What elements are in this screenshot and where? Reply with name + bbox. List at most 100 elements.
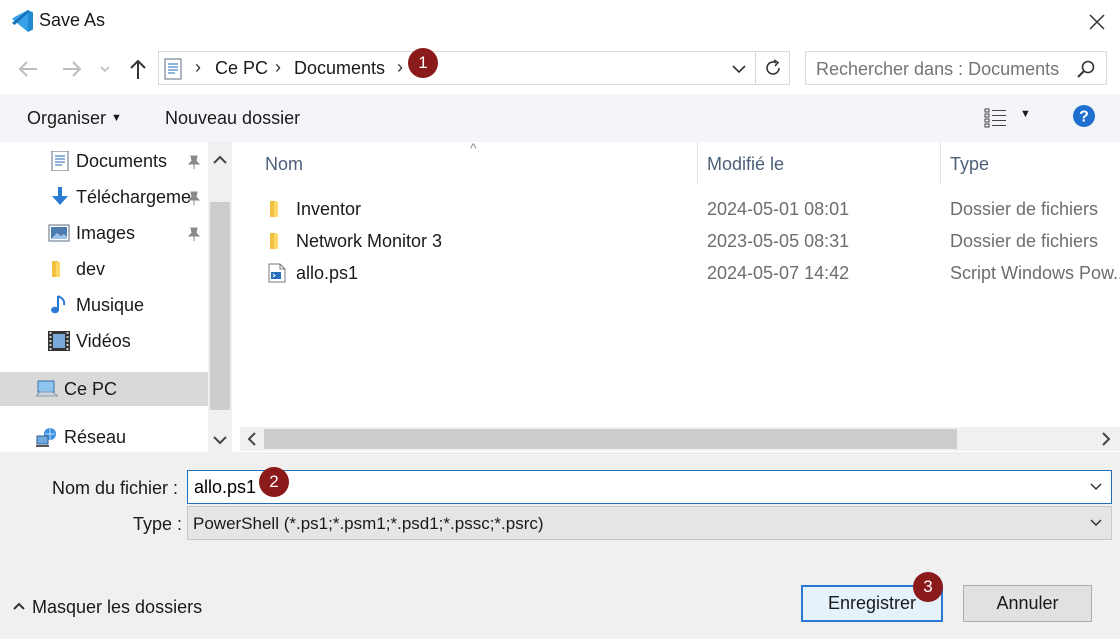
up-arrow-icon — [130, 59, 146, 79]
address-row: › Ce PC › Documents › — [0, 44, 1120, 94]
step-badge-3: 3 — [913, 572, 943, 602]
breadcrumb-separator-icon: › — [195, 57, 201, 77]
nav-item-downloads[interactable]: Téléchargeme — [0, 180, 208, 214]
file-row-allo-ps1[interactable]: allo.ps1 2024-05-07 14:42 Script Windows… — [258, 258, 1120, 290]
file-type-value: PowerShell (*.ps1;*.psm1;*.psd1;*.pssc;*… — [193, 514, 544, 533]
file-type: Dossier de fichiers — [950, 199, 1099, 219]
hscrollbar-thumb[interactable] — [264, 429, 957, 449]
step-badge-2: 2 — [259, 467, 289, 497]
videos-icon — [48, 331, 70, 351]
file-type-select[interactable]: PowerShell (*.ps1;*.psm1;*.psd1;*.pssc;*… — [187, 506, 1112, 540]
organize-label: Organiser — [27, 108, 107, 128]
recent-locations-button[interactable] — [96, 56, 114, 82]
chevron-up-icon — [13, 602, 25, 610]
forward-arrow-icon — [63, 61, 82, 77]
file-modified: 2023-05-05 08:31 — [707, 231, 850, 251]
chevron-down-icon[interactable] — [729, 59, 749, 79]
nav-scrollbar-thumb[interactable] — [210, 202, 230, 410]
file-row-inventor[interactable]: Inventor 2024-05-01 08:01 Dossier de fic… — [258, 194, 1120, 226]
address-bar[interactable]: › Ce PC › Documents › — [158, 51, 790, 85]
chevron-down-icon[interactable] — [1089, 480, 1103, 494]
column-divider[interactable] — [940, 142, 941, 184]
filename-input[interactable] — [194, 477, 1054, 498]
file-type: Dossier de fichiers — [950, 231, 1099, 251]
view-options-button[interactable]: ▼ — [984, 106, 1034, 130]
close-icon — [1089, 14, 1105, 30]
organize-button[interactable]: Organiser ▼ — [27, 108, 122, 129]
nav-scrollbar[interactable] — [208, 142, 232, 452]
file-name: allo.ps1 — [296, 263, 359, 283]
nav-item-videos[interactable]: Vidéos — [0, 324, 208, 358]
chevron-down-icon[interactable] — [1089, 516, 1103, 530]
caret-down-icon: ▼ — [111, 112, 122, 124]
file-name: Network Monitor 3 — [296, 231, 443, 251]
nav-item-label: Téléchargeme — [76, 187, 192, 207]
nav-item-music[interactable]: Musique — [0, 288, 208, 322]
network-icon — [36, 428, 56, 447]
back-arrow-icon — [18, 61, 37, 77]
filename-combobox[interactable] — [187, 470, 1112, 504]
breadcrumb-ce-pc[interactable]: Ce PC — [215, 58, 268, 79]
search-box[interactable] — [805, 51, 1107, 85]
filename-label: Nom du fichier : — [52, 478, 179, 498]
nav-item-images[interactable]: Images — [0, 216, 208, 250]
save-form: Nom du fichier : Type : PowerShell (*.ps… — [0, 452, 1120, 639]
nav-item-label: Réseau — [64, 427, 127, 447]
back-button[interactable] — [15, 56, 41, 82]
help-icon[interactable]: ? — [1072, 104, 1096, 128]
details-view-icon — [984, 108, 1006, 128]
sort-ascending-icon: ^ — [470, 140, 477, 156]
scroll-up-icon[interactable] — [208, 148, 232, 172]
cancel-button[interactable]: Annuler — [963, 585, 1092, 622]
file-row-network-monitor[interactable]: Network Monitor 3 2023-05-05 08:31 Dossi… — [258, 226, 1120, 258]
refresh-icon — [765, 59, 780, 75]
nav-item-label: Ce PC — [64, 379, 118, 399]
nav-item-documents[interactable]: Documents — [0, 144, 208, 178]
breadcrumb-documents[interactable]: Documents — [294, 58, 385, 79]
step-badge-1: 1 — [408, 48, 438, 78]
nav-item-label: Images — [76, 223, 136, 243]
scroll-right-icon[interactable] — [1096, 427, 1116, 451]
nav-item-network[interactable]: Réseau — [0, 420, 208, 452]
file-list-hscrollbar[interactable] — [240, 427, 1120, 451]
images-icon — [48, 224, 70, 242]
pin-icon[interactable] — [186, 190, 202, 206]
refresh-button[interactable] — [755, 52, 789, 84]
file-type: Script Windows Pow... — [950, 263, 1120, 283]
new-folder-button[interactable]: Nouveau dossier — [165, 108, 300, 129]
pin-icon[interactable] — [186, 154, 202, 170]
pin-icon[interactable] — [186, 226, 202, 242]
file-modified: 2024-05-07 14:42 — [707, 263, 850, 283]
up-button[interactable] — [125, 56, 151, 82]
forward-button[interactable] — [59, 56, 85, 82]
title-bar: Save As — [0, 0, 1120, 44]
scroll-down-icon[interactable] — [208, 428, 232, 452]
computer-icon — [36, 380, 58, 397]
documents-icon — [164, 58, 182, 80]
breadcrumb-separator-icon[interactable]: › — [397, 57, 403, 78]
nav-item-label: Vidéos — [76, 331, 131, 351]
folder-icon — [52, 261, 60, 277]
close-button[interactable] — [1074, 0, 1120, 44]
column-header-modified[interactable]: Modifié le — [707, 154, 784, 175]
search-input[interactable] — [816, 59, 1066, 80]
navigation-pane: Documents Téléchargeme Images dev Musiqu… — [0, 142, 232, 452]
nav-item-dev[interactable]: dev — [0, 252, 208, 286]
music-icon — [51, 295, 66, 314]
column-divider[interactable] — [697, 142, 698, 184]
hide-folders-button[interactable]: Masquer les dossiers — [12, 597, 202, 618]
folder-icon — [270, 201, 278, 217]
nav-item-label: Documents — [76, 151, 168, 171]
scroll-left-icon[interactable] — [242, 427, 262, 451]
column-header-name[interactable]: Nom — [265, 154, 303, 175]
svg-text:?: ? — [1079, 109, 1089, 126]
nav-item-label: dev — [76, 259, 106, 279]
column-header-type[interactable]: Type — [950, 154, 989, 175]
type-label: Type : — [133, 514, 183, 534]
nav-item-label: Musique — [76, 295, 145, 315]
nav-item-this-pc[interactable]: Ce PC — [0, 372, 208, 406]
chevron-down-icon — [100, 66, 110, 73]
download-icon — [52, 187, 68, 205]
file-modified: 2024-05-01 08:01 — [707, 199, 850, 219]
vscode-icon — [12, 10, 33, 32]
